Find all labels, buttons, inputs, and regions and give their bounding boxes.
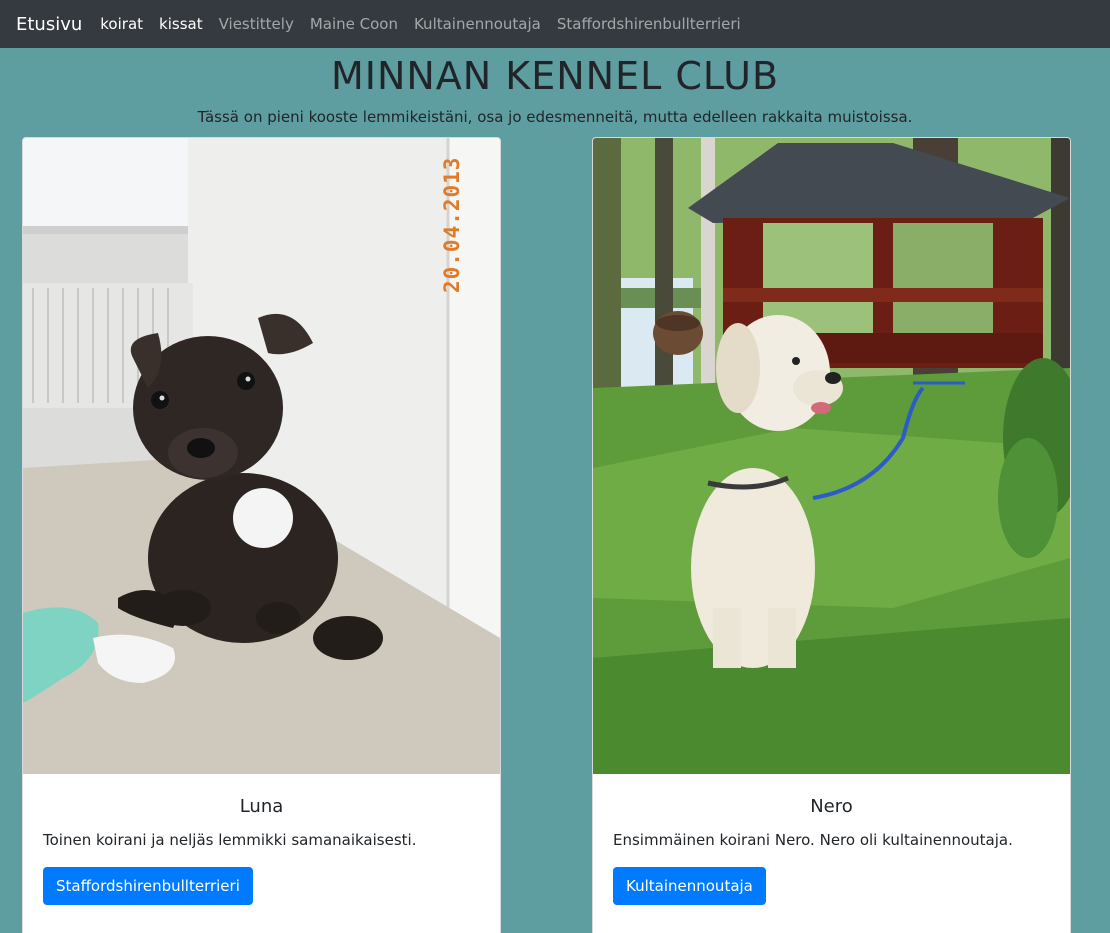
page-subtitle: Tässä on pieni kooste lemmikeistäni, osa… [197, 108, 913, 126]
nav-link-kultainennoutaja[interactable]: Kultainennoutaja [414, 15, 541, 33]
nav-link-viestittely[interactable]: Viestittely [219, 15, 294, 33]
card-luna: 20.04.2013 Luna Toinen koirani ja neljäs… [22, 137, 501, 933]
card-title-luna: Luna [239, 796, 284, 817]
nav-link-kissat[interactable]: kissat [159, 15, 203, 33]
nav-links: koirat kissat Viestittely Maine Coon Kul… [100, 15, 740, 33]
luna-photo: 20.04.2013 [23, 138, 500, 774]
photo-date-stamp: 20.04.2013 [440, 157, 464, 293]
card-title-nero: Nero [810, 796, 853, 817]
kultainennoutaja-button[interactable]: Kultainennoutaja [613, 867, 766, 905]
nav-link-koirat[interactable]: koirat [100, 15, 143, 33]
nero-photo [593, 138, 1070, 774]
nav-link-maine-coon[interactable]: Maine Coon [310, 15, 398, 33]
card-text-nero: Ensimmäinen koirani Nero. Nero oli kulta… [613, 831, 1013, 849]
nav-link-staffordshirenbullterrieri[interactable]: Staffordshirenbullterrieri [557, 15, 741, 33]
card-text-luna: Toinen koirani ja neljäs lemmikki samana… [43, 831, 417, 849]
hero: MINNAN KENNEL CLUB Tässä on pieni kooste… [0, 48, 1110, 126]
card-nero: Nero Ensimmäinen koirani Nero. Nero oli … [592, 137, 1071, 933]
brand-link[interactable]: Etusivu [16, 14, 82, 35]
navbar: Etusivu koirat kissat Viestittely Maine … [0, 0, 1110, 48]
card-body-nero: Nero Ensimmäinen koirani Nero. Nero oli … [593, 774, 1070, 927]
page-title: MINNAN KENNEL CLUB [330, 54, 780, 98]
staffordshirenbullterrieri-button[interactable]: Staffordshirenbullterrieri [43, 867, 253, 905]
card-grid: 20.04.2013 Luna Toinen koirani ja neljäs… [0, 126, 1110, 933]
card-body-luna: Luna Toinen koirani ja neljäs lemmikki s… [23, 774, 500, 927]
